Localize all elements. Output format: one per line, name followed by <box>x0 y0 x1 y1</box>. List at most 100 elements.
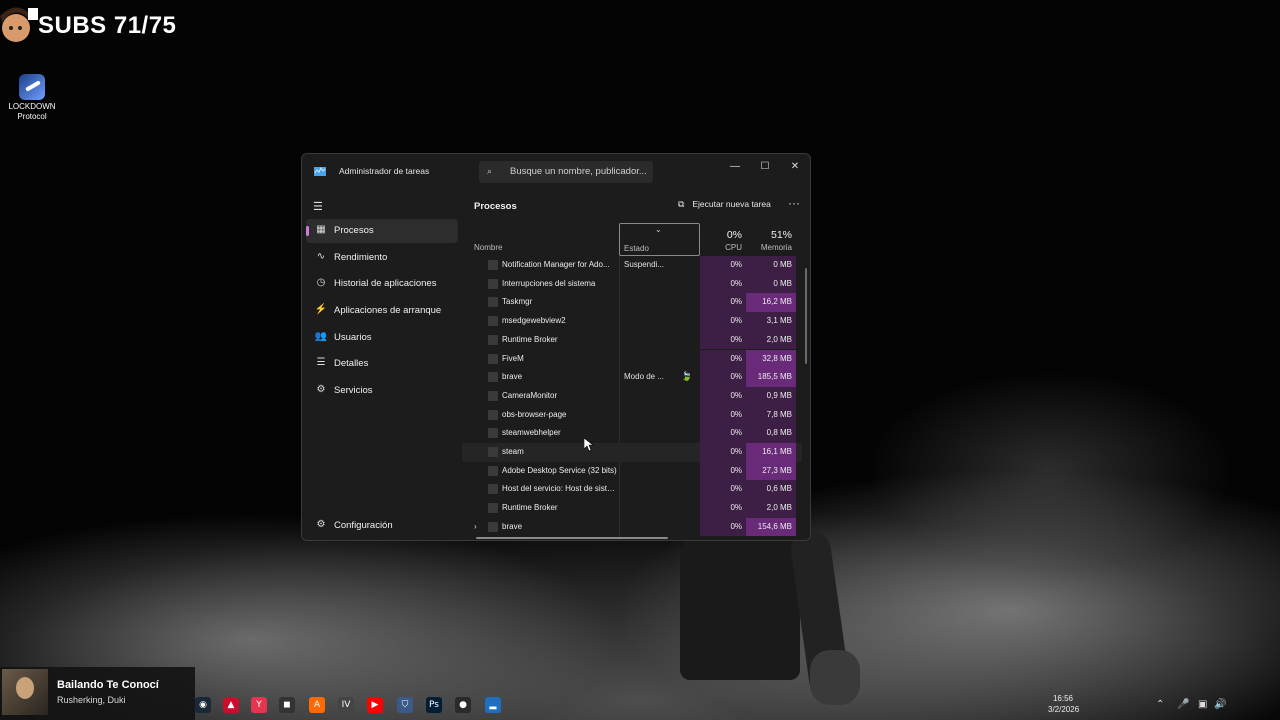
obs-icon[interactable]: ● <box>455 697 471 713</box>
process-icon <box>488 428 498 439</box>
clock-time: 16:56 <box>1052 694 1074 703</box>
youtube-music-icon[interactable]: ▶ <box>367 697 383 713</box>
taskbar: ◉ ▲ Y ◼ A IV ▶ ⛉ Ps ● ▂ ⌃ 🎤 ▣ 🔊 <box>195 690 1280 720</box>
song-title: Bailando Te Conocí <box>57 679 159 691</box>
app-shield-icon[interactable]: ⛉ <box>397 697 413 713</box>
horizontal-scrollbar[interactable] <box>476 537 668 539</box>
streamer-avatar <box>0 4 40 52</box>
table-row[interactable]: Adobe Desktop Service (32 bits) 0% 27,3 MB <box>462 461 802 481</box>
nav-servicios[interactable]: ⚙ Servicios <box>306 379 458 403</box>
table-row[interactable]: FiveM 0% 32,8 MB <box>462 349 802 369</box>
process-cpu: 0% <box>700 517 746 537</box>
table-row[interactable]: steam 0% 16,1 MB <box>462 443 802 462</box>
task-manager-app-icon <box>314 167 326 176</box>
table-row[interactable]: obs-browser-page 0% 7,8 MB <box>462 405 802 425</box>
photoshop-icon[interactable]: Ps <box>426 697 442 713</box>
process-icon <box>488 390 498 401</box>
hamburger-menu-icon[interactable]: ☰ <box>313 200 323 213</box>
process-status: Suspendi... <box>624 260 665 269</box>
table-row[interactable]: steamwebhelper 0% 0,8 MB <box>462 424 802 443</box>
process-cpu: 0% <box>700 405 746 425</box>
table-row[interactable]: Taskmgr 0% 16,2 MB <box>462 293 802 313</box>
process-cpu: 0% <box>700 499 746 518</box>
steam-icon[interactable]: ◉ <box>195 697 211 713</box>
table-row[interactable]: › brave 0% 154,6 MB <box>462 517 802 537</box>
memory-total: 51% <box>770 229 792 241</box>
table-row[interactable]: Host del servicio: Host de siste... 0% 0,6… <box>462 480 802 500</box>
clock[interactable]: 16:56 3/2/2026 <box>1048 693 1080 715</box>
nav-label: Historial de aplicaciones <box>334 278 437 289</box>
search-icon: ⌕ <box>487 166 493 176</box>
process-cpu: 0% <box>700 424 746 443</box>
process-icon <box>488 447 498 457</box>
valorant-icon[interactable]: Y <box>251 697 267 713</box>
more-options-button[interactable]: ··· <box>788 196 800 210</box>
microphone-icon[interactable]: 🎤 <box>1177 699 1189 710</box>
nav-arranque[interactable]: ⚡ Aplicaciones de arranque <box>306 299 458 323</box>
memory-label: Memoria <box>760 243 792 252</box>
nav-usuarios[interactable]: 👥 Usuarios <box>306 326 458 350</box>
process-cpu: 0% <box>700 312 746 331</box>
column-name[interactable]: Nombre <box>474 243 502 252</box>
nav-rendimiento[interactable]: ∿ Rendimiento <box>306 246 458 270</box>
processes-icon: ▦ <box>316 224 326 235</box>
process-memory: 0,8 MB <box>746 424 796 443</box>
network-icon[interactable]: ▣ <box>1198 699 1207 710</box>
minimize-button[interactable]: — <box>720 157 750 177</box>
desktop-icon-lockdown[interactable]: LOCKDOWN Protocol <box>6 74 58 122</box>
nav-historial[interactable]: ◷ Historial de aplicaciones <box>306 272 458 296</box>
process-cpu: 0% <box>700 443 746 462</box>
nav-label: Aplicaciones de arranque <box>334 305 442 316</box>
process-name: Runtime Broker <box>502 503 558 513</box>
nav-procesos[interactable]: ▦ Procesos <box>306 219 458 243</box>
nav-configuracion[interactable]: ⚙ Configuración <box>306 514 458 538</box>
column-status[interactable]: ⌄ Estado <box>619 223 700 256</box>
table-row[interactable]: brave Modo de ... 🍃 0% 185,5 MB <box>462 368 802 387</box>
process-memory: 3,1 MB <box>746 312 796 331</box>
table-row[interactable]: CameraMonitor 0% 0,9 MB <box>462 386 802 406</box>
services-icon: ⚙ <box>316 384 326 395</box>
title-bar[interactable]: Administrador de tareas ⌕ Busque un nomb… <box>302 154 810 190</box>
maximize-button[interactable]: ☐ <box>750 157 780 177</box>
table-row[interactable]: Interrupciones del sistema 0% 0 MB <box>462 274 802 294</box>
column-memory[interactable]: 51% Memoria <box>746 223 796 256</box>
expand-chevron-icon[interactable]: › <box>474 522 477 531</box>
volume-icon[interactable]: 🔊 <box>1214 699 1226 710</box>
nav-label: Servicios <box>334 385 373 396</box>
history-icon: ◷ <box>316 277 326 288</box>
process-name: Adobe Desktop Service (32 bits) <box>502 465 617 475</box>
nav-label: Configuración <box>334 520 393 531</box>
subs-counter: SUBS 71/75 <box>38 12 177 39</box>
task-manager-icon[interactable]: ▂ <box>485 697 501 713</box>
table-row[interactable]: msedgewebview2 0% 3,1 MB <box>462 312 802 331</box>
clock-date: 3/2/2026 <box>1048 705 1080 714</box>
close-button[interactable]: ✕ <box>780 157 810 177</box>
settings-gear-icon: ⚙ <box>316 519 326 530</box>
processes-panel: Procesos ⧉ Ejecutar nueva tarea ··· Nomb… <box>462 190 810 540</box>
table-row[interactable]: Runtime Broker 0% 2,0 MB <box>462 330 802 350</box>
app-mask-icon[interactable]: ◼ <box>279 697 295 713</box>
process-name: msedgewebview2 <box>502 316 566 326</box>
show-hidden-icons-icon[interactable]: ⌃ <box>1156 699 1164 710</box>
table-row[interactable]: Runtime Broker 0% 2,0 MB <box>462 499 802 518</box>
process-cpu: 0% <box>700 461 746 481</box>
search-input[interactable]: ⌕ Busque un nombre, publicador... <box>479 161 653 183</box>
vertical-scrollbar[interactable] <box>805 268 807 364</box>
table-row[interactable]: Notification Manager for Ado... Suspendi.… <box>462 256 802 275</box>
process-cpu: 0% <box>700 256 746 275</box>
process-status: Modo de ... <box>624 372 665 382</box>
window-title: Administrador de tareas <box>339 166 430 176</box>
nav-detalles[interactable]: ☰ Detalles <box>306 352 458 376</box>
process-icon <box>488 521 498 532</box>
process-cpu: 0% <box>700 349 746 369</box>
users-icon: 👥 <box>314 331 328 342</box>
app-orange-icon[interactable]: A <box>309 697 325 713</box>
process-memory: 0,9 MB <box>746 386 796 406</box>
run-new-task-button[interactable]: ⧉ Ejecutar nueva tarea <box>678 199 771 210</box>
app-iv-icon[interactable]: IV <box>338 697 354 713</box>
process-name: Host del servicio: Host de siste... <box>502 484 618 494</box>
app-red-icon[interactable]: ▲ <box>223 697 239 713</box>
nav-label: Procesos <box>334 225 374 236</box>
column-cpu[interactable]: 0% CPU <box>700 223 746 256</box>
process-name: Runtime Broker <box>502 334 558 344</box>
